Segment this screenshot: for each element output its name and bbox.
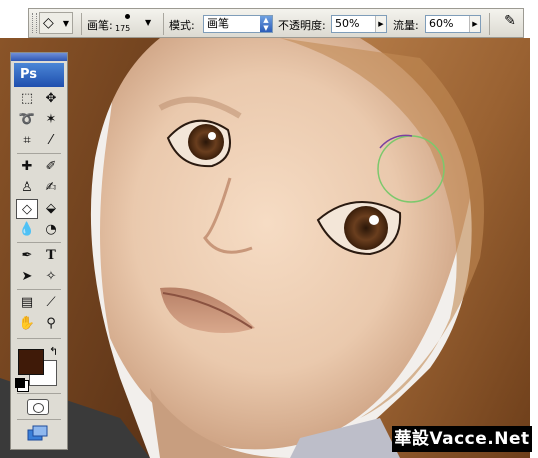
path-selection-icon[interactable]: ➤ xyxy=(16,267,38,287)
divider xyxy=(17,393,61,394)
custom-shape-icon[interactable]: ✧ xyxy=(40,267,62,287)
healing-brush-icon[interactable]: ✚ xyxy=(16,157,38,177)
divider xyxy=(17,289,61,290)
separator xyxy=(81,13,82,35)
move-icon[interactable]: ✥ xyxy=(40,89,62,109)
crop-icon[interactable]: ⌗ xyxy=(16,131,38,151)
zoom-icon[interactable]: ⚲ xyxy=(40,314,62,334)
swap-colors-icon[interactable]: ↰ xyxy=(49,345,58,358)
pen-icon[interactable]: ✒ xyxy=(16,246,38,266)
eraser-icon: ◇ xyxy=(43,15,54,31)
hand-icon[interactable]: ✋ xyxy=(16,314,38,334)
brush-tip-icon xyxy=(125,14,130,19)
default-colors-icon[interactable] xyxy=(15,378,25,388)
opacity-field[interactable]: 50% ▶ xyxy=(331,15,387,33)
brush-size: 175 xyxy=(115,24,131,33)
brush-label: 画笔: xyxy=(87,19,113,32)
divider xyxy=(17,242,61,243)
chevron-down-icon: ▼ xyxy=(62,19,69,28)
marquee-icon[interactable]: ⬚ xyxy=(16,89,38,109)
select-arrows-icon: ▲ ▼ xyxy=(260,16,272,32)
opacity-value: 50% xyxy=(335,17,360,30)
divider xyxy=(17,419,61,420)
portrait-painting xyxy=(0,38,530,458)
mode-select[interactable]: 画笔 ▲ ▼ xyxy=(203,15,273,33)
options-bar: ◇ ▼ 画笔: 175 ▼ 模式: 画笔 ▲ ▼ 不透明度: 50% ▶ 流量: … xyxy=(28,8,524,38)
slider-arrow-icon[interactable]: ▶ xyxy=(375,16,386,32)
quick-mask-icon[interactable] xyxy=(27,399,49,415)
dodge-icon[interactable]: ◔ xyxy=(40,220,62,240)
screen-mode-icon[interactable] xyxy=(27,425,49,441)
notes-icon[interactable]: ▤ xyxy=(16,293,38,313)
opacity-label: 不透明度: xyxy=(278,19,326,32)
toolbar-grip[interactable] xyxy=(32,13,37,33)
mode-value: 画笔 xyxy=(207,17,229,30)
eraser-icon[interactable]: ◇ xyxy=(16,199,38,219)
type-icon[interactable]: T xyxy=(40,246,62,266)
tool-preset-picker[interactable]: ◇ ▼ xyxy=(39,12,73,34)
blur-icon[interactable]: 💧 xyxy=(16,220,38,240)
tools-panel: Ps ⬚ ✥ ➰ ✶ ⌗ ⁄ ✚ ✐ ♙ ✍ ◇ ⬙ 💧 ◔ ✒ T ➤ ✧ ▤… xyxy=(10,52,68,450)
divider xyxy=(17,338,61,339)
magic-wand-icon[interactable]: ✶ xyxy=(40,110,62,130)
brush-picker[interactable]: 175 ▼ xyxy=(113,12,157,36)
lasso-icon[interactable]: ➰ xyxy=(16,110,38,130)
panel-title-bar[interactable] xyxy=(11,53,67,61)
foreground-color-swatch[interactable] xyxy=(18,349,44,375)
eyedropper-icon[interactable]: ⟋ xyxy=(40,293,62,313)
flow-label: 流量: xyxy=(393,19,419,32)
photoshop-logo[interactable]: Ps xyxy=(14,63,64,87)
flow-field[interactable]: 60% ▶ xyxy=(425,15,481,33)
separator xyxy=(489,13,490,35)
divider xyxy=(17,153,61,154)
brush-icon[interactable]: ✐ xyxy=(40,157,62,177)
flow-value: 60% xyxy=(429,17,454,30)
chevron-down-icon: ▼ xyxy=(145,18,152,27)
separator xyxy=(163,13,164,35)
paint-bucket-icon[interactable]: ⬙ xyxy=(40,199,62,219)
clone-stamp-icon[interactable]: ♙ xyxy=(16,178,38,198)
mode-label: 模式: xyxy=(169,19,195,32)
site-watermark: 華設Vacce.Net xyxy=(392,426,532,452)
history-brush-icon[interactable]: ✍ xyxy=(40,178,62,198)
airbrush-icon[interactable]: ✎ xyxy=(499,13,521,33)
slider-arrow-icon[interactable]: ▶ xyxy=(469,16,480,32)
document-canvas[interactable] xyxy=(0,38,530,458)
slice-icon[interactable]: ⁄ xyxy=(40,131,62,151)
